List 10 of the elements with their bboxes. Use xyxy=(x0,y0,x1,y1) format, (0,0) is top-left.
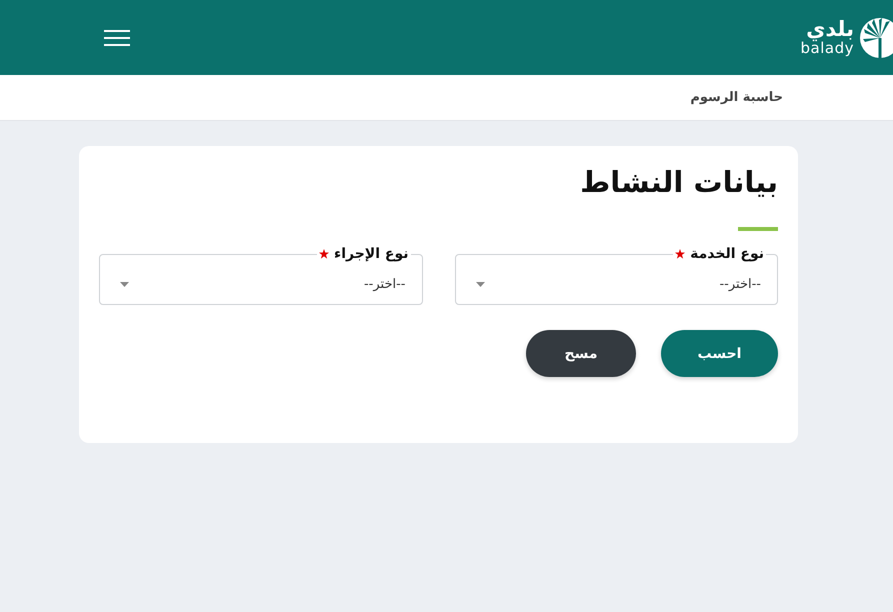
calculate-button[interactable]: احسب xyxy=(661,330,778,377)
clear-button[interactable]: مسح xyxy=(526,330,636,377)
logo-arabic-text: بلدي xyxy=(806,18,854,40)
logo-latin-text: balady xyxy=(800,40,854,57)
menu-icon[interactable] xyxy=(104,30,130,46)
breadcrumb-current: حاسبة الرسوم xyxy=(690,90,783,105)
title-accent-bar xyxy=(738,227,778,231)
card-title: بيانات النشاط xyxy=(580,164,778,200)
caret-icon xyxy=(120,282,129,287)
caret-icon xyxy=(476,282,484,287)
